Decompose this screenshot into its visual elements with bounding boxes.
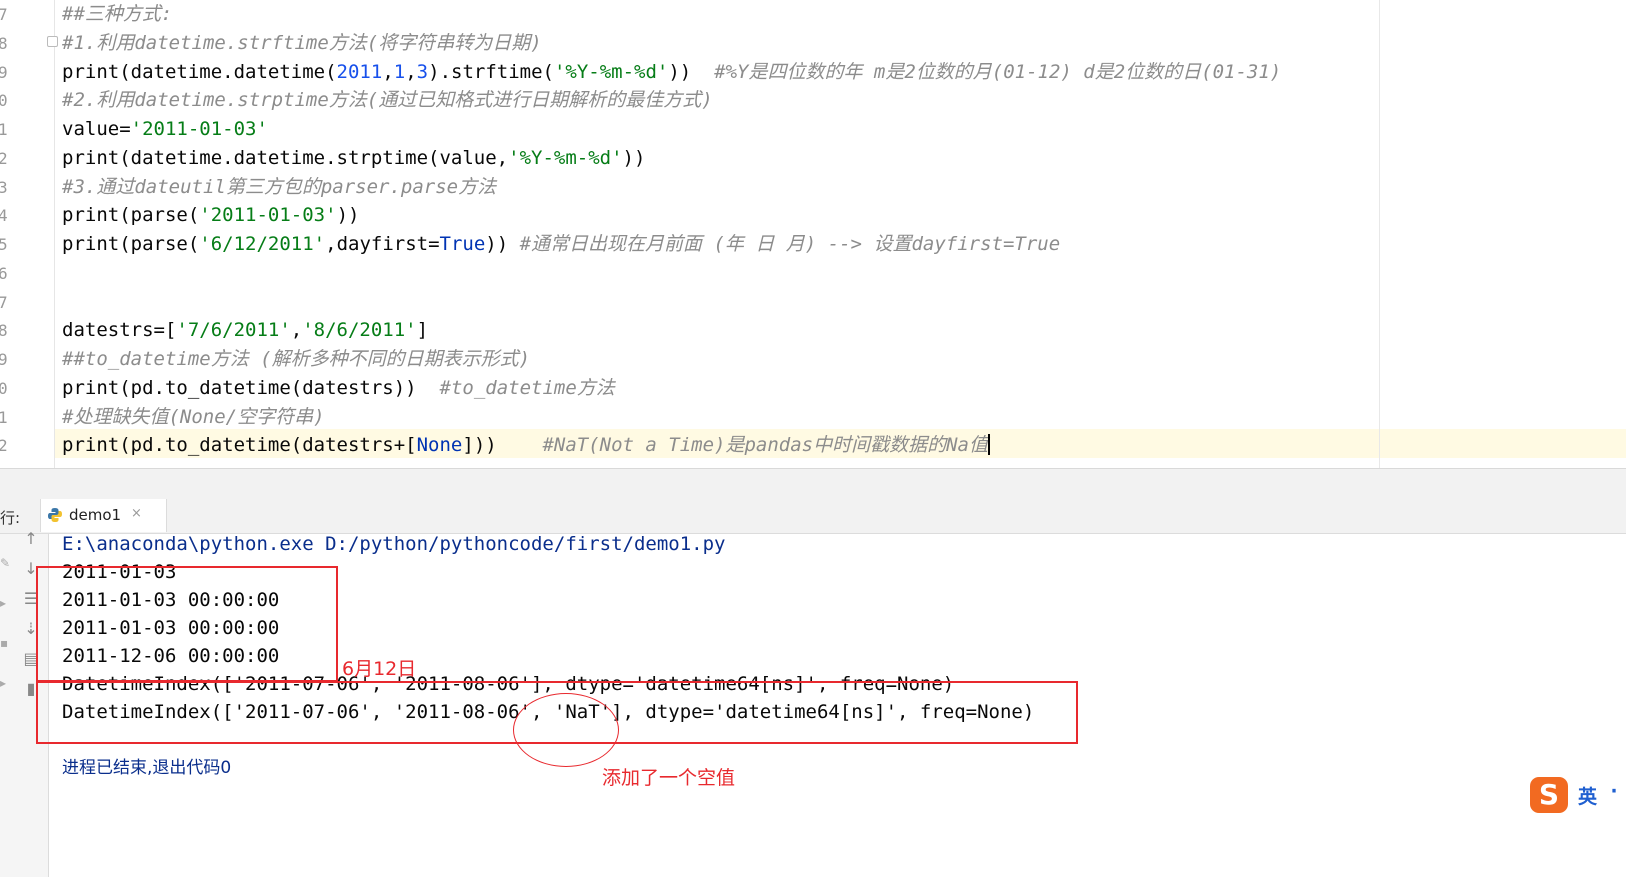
code-comment: #to_datetime方法 [439, 376, 615, 399]
code-line: print(datetime.datetime(2011,1,3).strfti… [62, 58, 1281, 87]
code-string: '6/12/2011' [199, 233, 326, 255]
code-number: 1 [393, 60, 406, 83]
code-token: value= [62, 118, 131, 140]
line-number: 9 [0, 62, 8, 82]
tab-label: demo1 [69, 506, 122, 524]
code-token: , [382, 60, 394, 83]
code-token: print(datetime.datetime.strptime(value, [62, 146, 509, 169]
annotation-ellipse-nat [513, 693, 619, 767]
code-token: )) [485, 233, 520, 255]
code-token: print(datetime.datetime( [62, 60, 337, 83]
arrow-up-icon[interactable]: ↑ [22, 530, 40, 548]
code-line: print(datetime.datetime.strptime(value,'… [62, 144, 645, 173]
line-number: 0 [0, 378, 8, 398]
code-comment: ##to_datetime方法 (解析多种不同的日期表示形式) [62, 348, 531, 370]
run-label: 行: [0, 509, 21, 527]
code-token: ,dayfirst= [325, 233, 440, 255]
code-string: '7/6/2011' [176, 319, 291, 342]
line-number: 5 [0, 235, 8, 254]
code-line: print(pd.to_datetime(datestrs+[None])) #… [62, 431, 990, 460]
code-string: '%Y-%m-%d' [508, 146, 623, 169]
line-number: 3 [0, 177, 8, 197]
code-token: , [290, 319, 303, 342]
console-command-line: E:\anaconda\python.exe D:/python/pythonc… [62, 533, 726, 555]
code-line: #3.通过dateutil第三方包的parser.parse方法 [62, 173, 496, 202]
code-comment: #2.利用datetime.strptime方法(通过已知格式进行日期解析的最佳… [62, 89, 713, 112]
panel-splitter[interactable] [0, 468, 1626, 499]
code-comment: #1.利用datetime.strftime方法(将字符串转为日期) [62, 31, 542, 54]
code-token: datestrs=[ [62, 319, 177, 342]
code-string: '2011-01-03' [130, 118, 268, 140]
code-token: print(parse( [62, 204, 200, 227]
ime-status-widget[interactable]: S 英 · [1530, 775, 1626, 815]
fold-marker-icon[interactable] [47, 36, 58, 47]
code-comment: #处理缺失值(None/空字符串) [62, 405, 325, 428]
code-token: )) [622, 146, 646, 169]
code-comment: #通常日出现在月前面 (年 日 月) --> 设置dayfirst=True [519, 233, 1061, 255]
code-comment: #%Y是四位数的年 m是2位数的月(01-12) d是2位数的日(01-31) [714, 60, 1282, 83]
code-token: ] [416, 319, 429, 342]
code-token: print(pd.to_datetime(datestrs+[ [62, 434, 417, 457]
tab-demo1[interactable]: demo1 × [40, 499, 167, 532]
line-number: 2 [0, 436, 8, 456]
text-caret [988, 434, 990, 456]
annotation-box-dates [36, 566, 338, 682]
annotation-note-null: 添加了一个空值 [602, 767, 736, 789]
close-icon[interactable]: × [131, 506, 142, 521]
sogou-logo-icon: S [1530, 777, 1568, 813]
pin-icon[interactable]: ▸ [0, 676, 8, 690]
ime-mode-label[interactable]: 英 [1578, 782, 1597, 809]
code-token: print(parse( [62, 233, 200, 255]
line-number: 2 [0, 148, 8, 168]
code-line: print(parse('6/12/2011',dayfirst=True)) … [62, 230, 1060, 259]
line-number: 0 [0, 91, 8, 111]
code-line: value='2011-01-03' [62, 115, 268, 144]
python-icon [48, 508, 62, 522]
stop-icon[interactable]: ▪ [0, 636, 8, 650]
code-number: 3 [416, 60, 429, 83]
code-comment: #NaT(Not a Time)是pandas中时间戳数据的Na值 [542, 434, 988, 457]
code-line: #2.利用datetime.strptime方法(通过已知格式进行日期解析的最佳… [62, 86, 713, 115]
code-string: '2011-01-03' [199, 204, 337, 227]
line-number: 8 [0, 33, 8, 53]
right-margin-guide [1379, 0, 1380, 468]
code-token: ])) [462, 434, 543, 457]
line-number: 7 [0, 5, 8, 24]
rerun-icon[interactable]: ▸ [0, 596, 8, 610]
code-line: print(parse('2011-01-03')) [62, 201, 359, 230]
code-keyword: None [416, 434, 463, 457]
wrench-icon[interactable]: ✎ [0, 556, 10, 570]
code-string: '8/6/2011' [302, 319, 417, 342]
line-number-gutter[interactable]: 7 8 9 0 1 2 3 4 5 6 7 8 9 0 1 2 [0, 0, 55, 468]
annotation-note-date: 6月12日 [342, 658, 417, 680]
code-line: #1.利用datetime.strftime方法(将字符串转为日期) [62, 29, 542, 58]
code-line: #处理缺失值(None/空字符串) [62, 403, 325, 432]
line-number: 8 [0, 321, 8, 341]
code-editor[interactable]: 7 8 9 0 1 2 3 4 5 6 7 8 9 0 1 2 ##三种方式: #1.利用datetime.st… [0, 0, 1626, 468]
line-number: 4 [0, 206, 8, 226]
code-string: '%Y-%m-%d' [553, 60, 669, 83]
line-number: 9 [0, 350, 8, 369]
line-number: 6 [0, 263, 8, 283]
line-number: 7 [0, 292, 8, 312]
line-number: 1 [0, 407, 8, 427]
code-token: )) [336, 204, 360, 227]
code-token: )) [668, 60, 715, 83]
code-number: 2011 [336, 60, 383, 83]
code-token: ).strftime( [428, 60, 554, 83]
run-toolwindow-header: 行: demo1 × [0, 499, 1626, 534]
code-comment: ##三种方式: [62, 3, 173, 25]
code-line: print(pd.to_datetime(datestrs)) #to_date… [62, 374, 615, 403]
code-keyword: True [439, 233, 486, 255]
code-line: ##三种方式: [62, 0, 172, 29]
code-comment: #3.通过dateutil第三方包的parser.parse方法 [62, 175, 497, 198]
process-exit-message: 进程已结束,退出代码0 [62, 758, 232, 778]
code-token: print(pd.to_datetime(datestrs)) [62, 376, 440, 399]
code-token: , [405, 60, 417, 83]
line-number: 1 [0, 120, 8, 139]
code-line: datestrs=['7/6/2011','8/6/2011'] [62, 316, 428, 345]
ime-punctuation-icon[interactable]: · [1608, 779, 1620, 803]
code-line: ##to_datetime方法 (解析多种不同的日期表示形式) [62, 345, 530, 374]
